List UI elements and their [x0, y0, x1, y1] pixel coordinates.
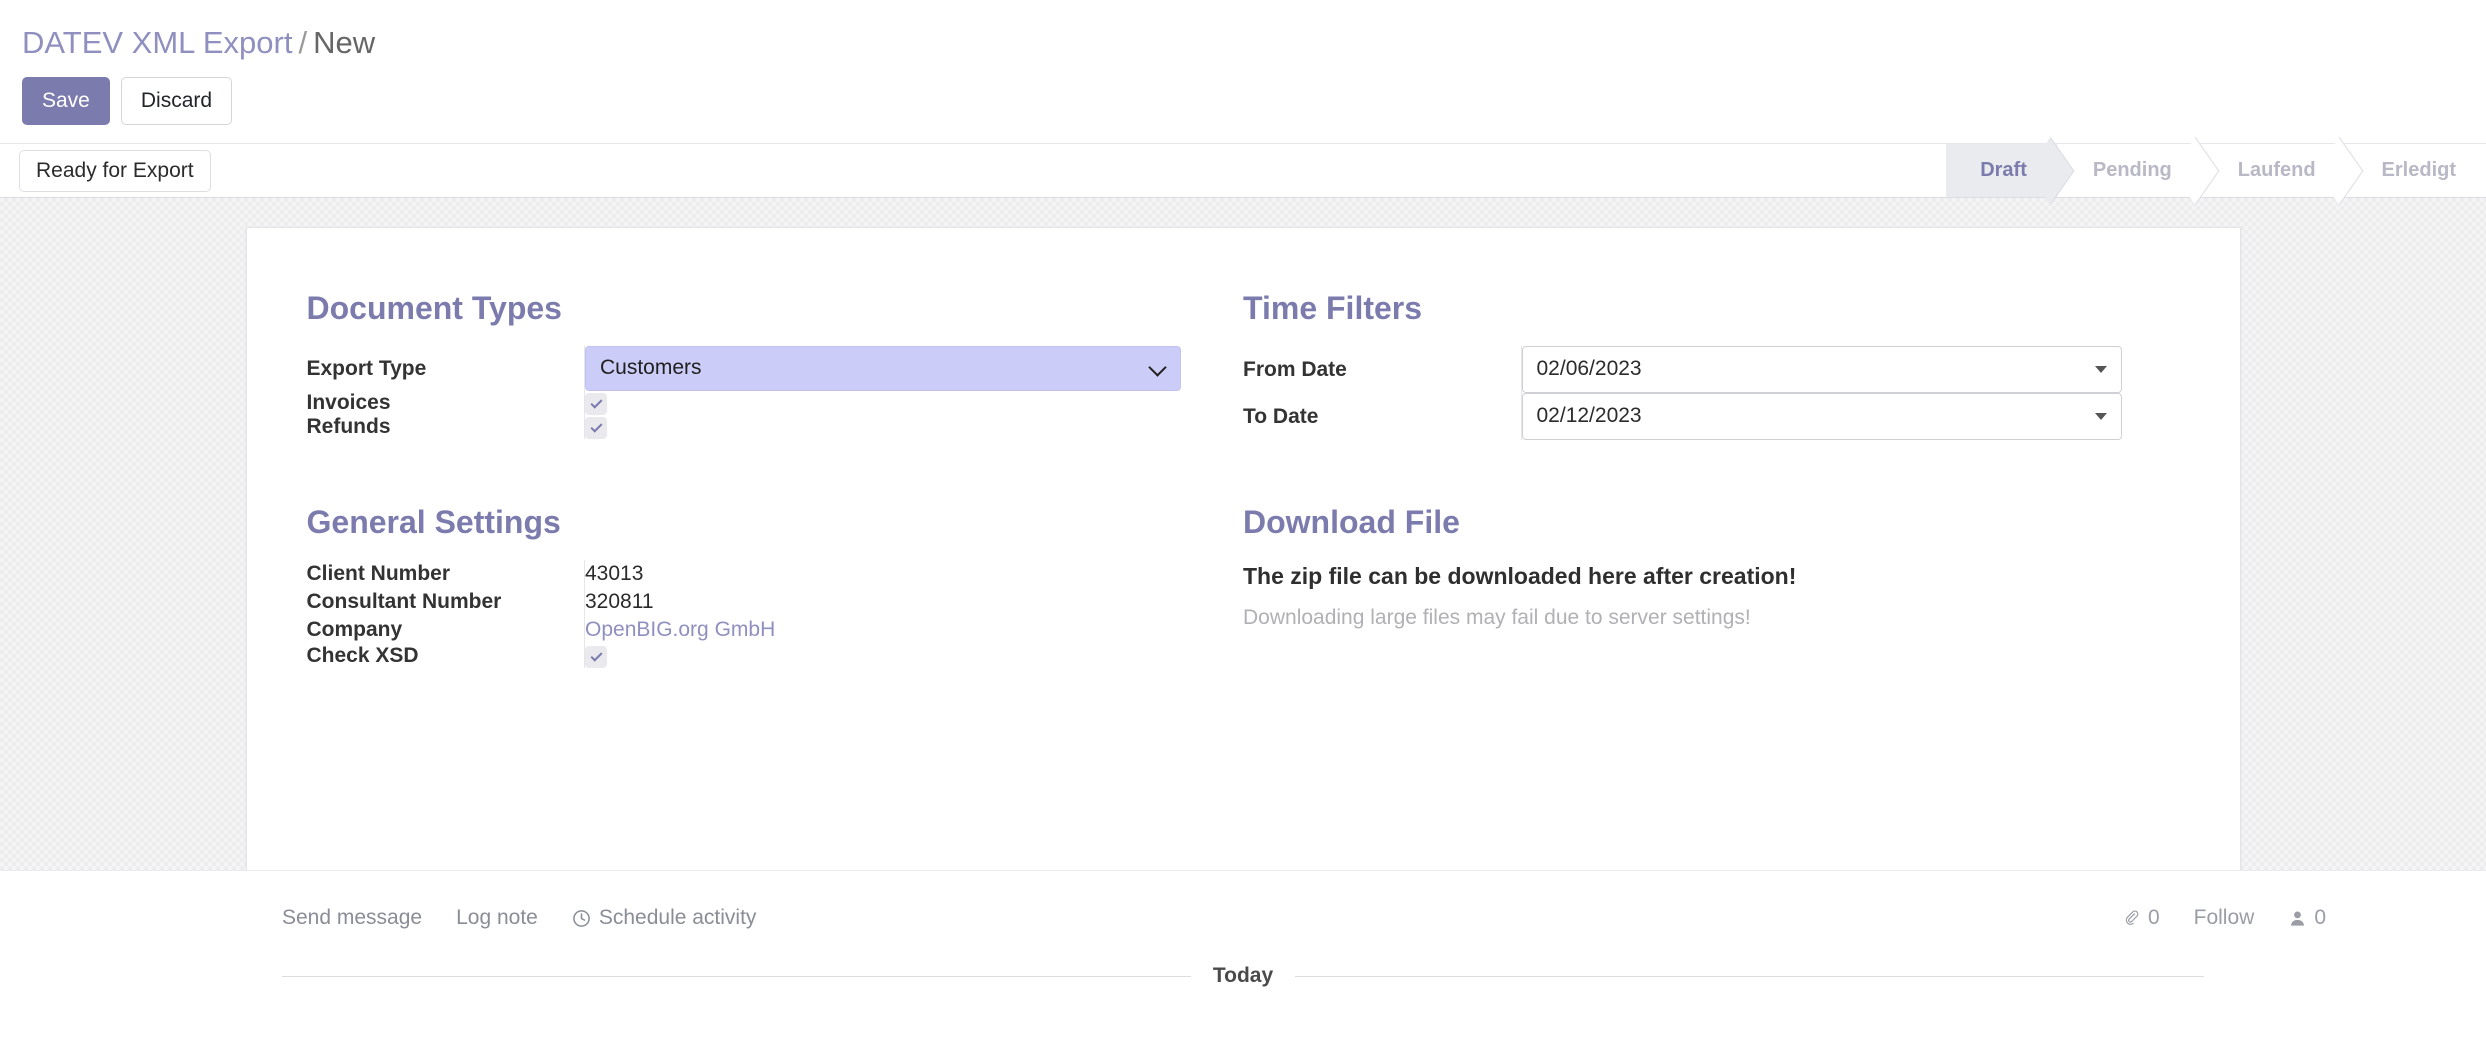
chevron-down-icon — [1150, 360, 1166, 376]
group-title-document-types: Document Types — [306, 290, 562, 327]
export-type-value: Customers — [600, 356, 702, 380]
follower-count: 0 — [2314, 906, 2326, 930]
send-message-button[interactable]: Send message — [282, 906, 422, 930]
chatter: Send message Log note Schedule activity … — [0, 870, 2486, 989]
status-step-label: Erledigt — [2381, 159, 2456, 182]
field-row-refunds: Refunds — [306, 415, 1181, 440]
group-document-types: Document Types Export Type Customers Inv… — [306, 288, 1244, 440]
label-consultant-number: Consultant Number — [306, 590, 502, 614]
refunds-checkbox[interactable] — [585, 416, 607, 439]
status-steps: Draft Pending Laufend Erledigt — [1946, 144, 2486, 198]
status-step-label: Pending — [2092, 159, 2172, 182]
log-note-button[interactable]: Log note — [456, 906, 538, 930]
field-row-to-date: To Date 02/12/2023 — [1243, 393, 2180, 441]
status-step-label: Laufend — [2237, 159, 2316, 182]
status-step-erledigt[interactable]: Erledigt — [2345, 144, 2486, 198]
control-panel: DATEV XML Export / New Save Discard Ready … — [0, 0, 2486, 199]
group-title-download-file: Download File — [1243, 504, 1460, 541]
field-row-from-date: From Date 02/06/2023 — [1243, 346, 2180, 394]
divider-label-today: Today — [1212, 964, 1274, 988]
divider-line-right — [1295, 975, 2205, 977]
check-icon — [589, 396, 603, 409]
to-date-input[interactable]: 02/12/2023 — [1521, 393, 2122, 441]
status-step-pending[interactable]: Pending — [2056, 144, 2202, 198]
save-button[interactable]: Save — [22, 77, 110, 126]
form-sheet: Document Types Export Type Customers Inv… — [245, 227, 2241, 871]
label-to-date: To Date — [1243, 404, 1319, 428]
label-company: Company — [306, 618, 403, 642]
field-row-consultant-number: Consultant Number 320811 — [306, 588, 1181, 617]
consultant-number-value[interactable]: 320811 — [585, 588, 1181, 616]
schedule-activity-button[interactable]: Schedule activity — [572, 906, 757, 930]
export-type-select[interactable]: Customers — [585, 346, 1181, 392]
caret-down-icon — [2094, 365, 2107, 373]
follow-button[interactable]: Follow — [2194, 906, 2255, 930]
check-icon — [589, 649, 603, 662]
status-bar: Ready for Export Draft Pending Laufend E… — [0, 143, 2486, 199]
download-headline: The zip file can be downloaded here afte… — [1243, 563, 1797, 590]
field-row-client-number: Client Number 43013 — [306, 560, 1181, 589]
group-download-file: Download File The zip file can be downlo… — [1243, 502, 2180, 633]
client-number-value[interactable]: 43013 — [585, 560, 1181, 588]
label-invoices: Invoices — [306, 391, 391, 415]
stat-button-zone: Ready for Export — [0, 144, 211, 197]
divider-line-left — [282, 975, 1191, 977]
status-step-draft[interactable]: Draft — [1946, 144, 2057, 198]
user-icon — [2291, 911, 2305, 926]
from-date-value: 02/06/2023 — [1536, 357, 1642, 381]
caret-down-icon — [2094, 412, 2107, 420]
chatter-topbar: Send message Log note Schedule activity … — [0, 897, 2486, 939]
log-note-label: Log note — [456, 906, 538, 930]
chatter-date-divider: Today — [0, 964, 2486, 988]
field-row-company: Company OpenBIG.org GmbH — [306, 616, 1181, 645]
group-general-settings: General Settings Client Number 43013 Con… — [306, 502, 1244, 669]
clock-icon — [572, 909, 590, 927]
chatter-stats: 0 Follow 0 — [2122, 906, 2326, 930]
group-title-time-filters: Time Filters — [1243, 290, 1423, 327]
chatter-actions: Send message Log note Schedule activity — [282, 906, 756, 930]
group-time-filters: Time Filters From Date 02/06/2023 To Dat… — [1243, 288, 2180, 441]
breadcrumb-current: New — [313, 25, 376, 60]
attachment-count-button[interactable]: 0 — [2122, 906, 2160, 930]
field-row-check-xsd: Check XSD — [306, 644, 1181, 669]
label-check-xsd: Check XSD — [306, 644, 419, 668]
status-step-label: Draft — [1980, 159, 2027, 182]
form-background: Document Types Export Type Customers Inv… — [0, 198, 2486, 871]
check-icon — [589, 420, 603, 433]
group-title-general-settings: General Settings — [306, 504, 561, 541]
attachment-count: 0 — [2147, 906, 2160, 930]
follower-count-button[interactable]: 0 — [2288, 906, 2326, 930]
label-from-date: From Date — [1243, 357, 1347, 381]
label-export-type: Export Type — [306, 356, 427, 380]
control-panel-buttons: Save Discard — [0, 67, 2486, 126]
form-row-2: General Settings Client Number 43013 Con… — [306, 502, 2180, 669]
label-refunds: Refunds — [306, 415, 391, 439]
invoices-checkbox[interactable] — [585, 392, 607, 415]
ready-for-export-button[interactable]: Ready for Export — [19, 149, 211, 192]
check-xsd-checkbox[interactable] — [585, 645, 607, 668]
form-row-1: Document Types Export Type Customers Inv… — [306, 288, 2180, 441]
follow-label: Follow — [2193, 906, 2255, 930]
schedule-activity-label: Schedule activity — [598, 906, 757, 930]
to-date-value: 02/12/2023 — [1536, 404, 1642, 428]
label-client-number: Client Number — [306, 562, 451, 586]
breadcrumb-root-link[interactable]: DATEV XML Export — [22, 25, 292, 60]
from-date-input[interactable]: 02/06/2023 — [1521, 346, 2122, 394]
field-row-export-type: Export Type Customers — [306, 346, 1181, 392]
send-message-label: Send message — [282, 906, 423, 930]
download-subtext: Downloading large files may fail due to … — [1243, 606, 1751, 630]
discard-button[interactable]: Discard — [120, 77, 233, 126]
status-step-laufend[interactable]: Laufend — [2201, 144, 2346, 198]
breadcrumb: DATEV XML Export / New — [0, 14, 2486, 67]
paperclip-icon — [2125, 910, 2139, 925]
company-link[interactable]: OpenBIG.org GmbH — [585, 616, 1181, 644]
field-row-invoices: Invoices — [306, 391, 1181, 416]
breadcrumb-separator: / — [298, 25, 308, 60]
